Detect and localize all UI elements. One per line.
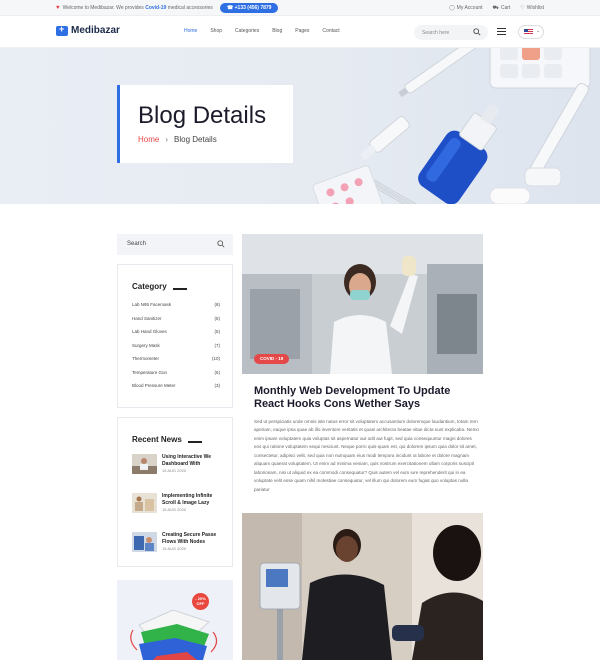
lab-scientist-photo [242, 234, 483, 374]
news-thumbnail [132, 532, 157, 552]
category-widget: Category Lab N95 Facemask (8) Hand Saniti… [117, 264, 233, 408]
breadcrumb-current: Blog Details [174, 135, 217, 144]
us-flag-icon [524, 29, 533, 35]
welcome-text: Welcome to Medibazar. We provides [62, 5, 144, 11]
post-title: Monthly Web Development To Update React … [254, 385, 451, 410]
sidebar-search-input[interactable]: Search [117, 234, 233, 255]
nav-categories[interactable]: Categories [235, 28, 259, 34]
medkit-icon [56, 24, 68, 36]
search-placeholder: Search here [422, 30, 450, 36]
masks-image [130, 609, 218, 660]
category-item[interactable]: Thermometer (10) [132, 356, 220, 370]
search-icon[interactable] [473, 28, 481, 36]
page-title-card: Blog Details Home › Blog Details [117, 85, 293, 163]
welcome-suffix: medical accessories [167, 5, 213, 11]
cart-icon: ⛟ [492, 5, 499, 11]
phone-number: +133 (456) 7879 [234, 5, 272, 11]
nav-home[interactable]: Home [184, 28, 197, 34]
category-list: Lab N95 Facemask (8) Hand Sanitizer (5) La… [132, 302, 220, 397]
main-nav: Home Shop Categories Blog Pages Contact [184, 28, 340, 34]
news-date: 15 AUG 2020 [162, 507, 187, 512]
breadcrumb-separator: › [165, 135, 169, 144]
category-item[interactable]: Lab Hand Gloves (5) [132, 329, 220, 343]
covid-highlight[interactable]: Covid-19 [145, 5, 166, 11]
category-item[interactable]: Blood Pressure Meter (3) [132, 383, 220, 397]
phone-button[interactable]: ☎ +133 (456) 7879 [220, 3, 279, 13]
user-icon: ◯ [449, 5, 455, 11]
page-title: Blog Details [138, 102, 267, 129]
post-tag[interactable]: COVID - 19 [254, 354, 290, 364]
category-item[interactable]: Hand Sanitizer (5) [132, 316, 220, 330]
category-item[interactable]: Temperature Gun (6) [132, 370, 220, 384]
logo[interactable]: Medibazar [56, 24, 120, 36]
main-header: Medibazar Home Shop Categories Blog Page… [0, 16, 600, 48]
chevron-down-icon: ⌄ [536, 28, 541, 34]
language-selector[interactable]: ⌄ [518, 25, 544, 39]
category-item[interactable]: Surgery Mask (7) [132, 343, 220, 357]
recent-news-widget: Recent News Using Interactive We Dashboa… [117, 417, 233, 567]
news-thumbnail [132, 454, 157, 474]
news-date: 15 AUG 2020 [162, 546, 187, 551]
phone-icon: ☎ [227, 5, 234, 11]
post-secondary-image [242, 513, 483, 660]
nav-pages[interactable]: Pages [295, 28, 309, 34]
breadcrumb: Home › Blog Details [138, 135, 217, 144]
my-account-link[interactable]: ◯ My Account [449, 5, 482, 12]
cart-link[interactable]: ⛟ Cart [493, 5, 511, 12]
heart-outline-icon: ♡ [520, 5, 525, 11]
category-heading: Category [132, 282, 187, 291]
news-title[interactable]: Implementing Infinite Scroll & Image Laz… [162, 493, 222, 507]
category-item[interactable]: Lab N95 Facemask (8) [132, 302, 220, 316]
account-links: ◯ My Account ⛟ Cart ♡ Wishlist [449, 5, 544, 12]
recent-news-heading: Recent News [132, 435, 202, 444]
top-bar: ♥ Welcome to Medibazar. We provides Covid… [0, 0, 600, 16]
heart-icon: ♥ [56, 5, 60, 11]
news-date: 15 AUG 2020 [162, 468, 187, 473]
news-title[interactable]: Creating Secure Passe Flows With Nodes [162, 532, 222, 546]
post-body: Sed ut perspiciatis unde omnis iste natu… [254, 419, 479, 492]
sidebar-search-placeholder: Search [127, 241, 147, 247]
page-hero: Blog Details Home › Blog Details [0, 48, 600, 204]
nav-blog[interactable]: Blog [272, 28, 282, 34]
wishlist-link[interactable]: ♡ Wishlist [520, 5, 544, 12]
header-search-input[interactable]: Search here [414, 25, 488, 40]
news-title[interactable]: Using Interactive We Dashboard With [162, 454, 222, 468]
hamburger-menu-icon[interactable] [497, 28, 506, 35]
news-thumbnail [132, 493, 157, 513]
welcome-message: ♥ Welcome to Medibazar. We provides Covid… [56, 5, 213, 11]
post-featured-image: COVID - 19 [242, 234, 483, 374]
discount-badge: - 20% OFF [192, 593, 209, 610]
nurse-patient-photo [242, 513, 483, 660]
logo-text: Medibazar [71, 25, 120, 36]
nav-shop[interactable]: Shop [210, 28, 222, 34]
breadcrumb-home-link[interactable]: Home [138, 135, 159, 144]
search-icon[interactable] [217, 240, 225, 248]
medical-supplies-image [312, 48, 591, 204]
promo-banner[interactable]: - 20% OFF [117, 580, 233, 660]
nav-contact[interactable]: Contact [322, 28, 339, 34]
